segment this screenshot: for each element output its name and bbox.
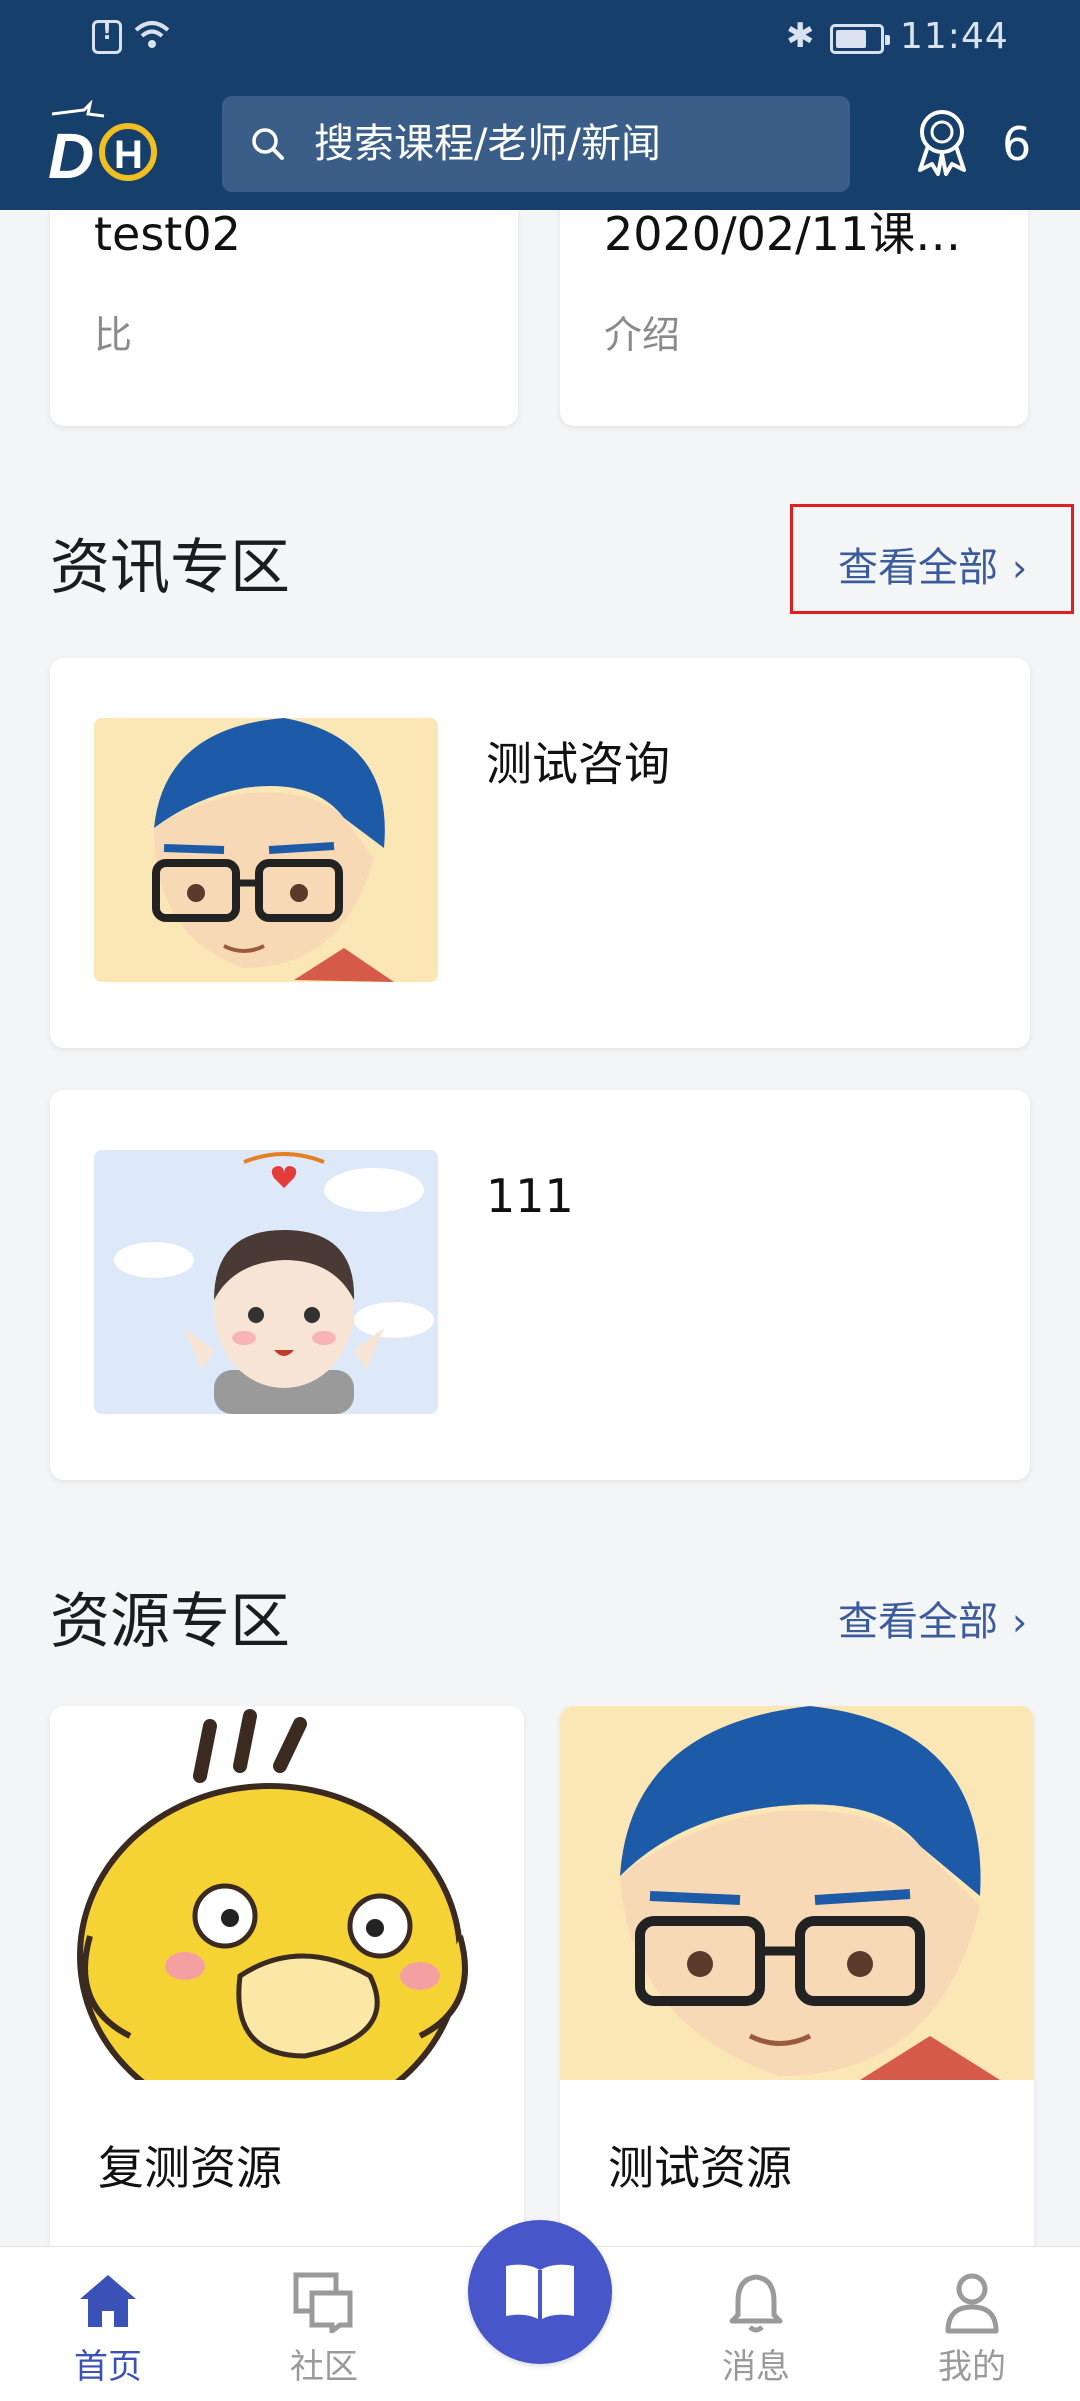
cartoon-kid-heart-image xyxy=(94,1150,438,1414)
book-icon xyxy=(506,2264,574,2320)
news-item[interactable]: 111 xyxy=(50,1090,1030,1480)
nav-label: 首页 xyxy=(74,2347,142,2387)
nav-courses[interactable] xyxy=(468,2220,612,2364)
medal-count[interactable]: 6 xyxy=(1002,112,1031,176)
bluetooth-icon: ✱ xyxy=(786,16,815,56)
home-icon xyxy=(80,2275,136,2327)
news-thumbnail xyxy=(94,718,438,982)
svg-text:D: D xyxy=(48,120,94,190)
top-bar: ✱ 11:44 D H 搜索课程/老师/新闻 6 xyxy=(0,0,1080,210)
bell-icon xyxy=(729,2274,783,2333)
cartoon-boy-glasses-image xyxy=(560,1706,1034,2080)
medal-icon[interactable] xyxy=(912,106,972,176)
resource-title: 复测资源 xyxy=(98,2141,282,2195)
nav-community[interactable]: 社区 xyxy=(244,2247,404,2401)
news-title: 111 xyxy=(486,1169,574,1223)
battery-icon xyxy=(830,24,890,54)
nav-label: 我的 xyxy=(938,2347,1006,2387)
news-title: 测试咨询 xyxy=(486,737,670,791)
resource-card[interactable]: 测试资源 xyxy=(560,1706,1034,2306)
wifi-icon xyxy=(134,21,170,48)
search-bar[interactable]: 搜索课程/老师/新闻 xyxy=(222,96,850,192)
resource-section-title: 资源专区 xyxy=(50,1587,290,1657)
news-section-title: 资讯专区 xyxy=(50,533,290,603)
resource-title: 测试资源 xyxy=(608,2141,792,2195)
status-time: 11:44 xyxy=(900,16,1009,57)
chevron-right-icon: › xyxy=(1012,1600,1028,1644)
resource-see-all-link[interactable]: 查看全部 › xyxy=(838,1594,1027,1650)
nav-home[interactable]: 首页 xyxy=(28,2247,188,2401)
user-icon xyxy=(945,2273,999,2334)
course-title: test02 xyxy=(94,207,241,261)
status-bar: ✱ 11:44 xyxy=(0,0,1080,78)
svg-text:H: H xyxy=(114,133,143,177)
news-item[interactable]: 测试咨询 xyxy=(50,658,1030,1048)
app-logo[interactable]: D H xyxy=(44,100,164,190)
resource-image xyxy=(560,1706,1034,2080)
community-icon xyxy=(293,2272,353,2333)
news-thumbnail xyxy=(94,1150,438,1414)
cartoon-boy-glasses-image xyxy=(94,718,438,982)
course-desc: 介绍 xyxy=(604,313,681,357)
search-icon xyxy=(252,128,284,160)
see-all-label: 查看全部 xyxy=(838,1599,998,1645)
yellow-duck-image xyxy=(50,1706,524,2080)
highlight-box xyxy=(790,504,1074,614)
nav-label: 消息 xyxy=(722,2347,790,2387)
nav-label: 社区 xyxy=(290,2347,358,2387)
nav-messages[interactable]: 消息 xyxy=(676,2247,836,2401)
nav-profile[interactable]: 我的 xyxy=(892,2247,1052,2401)
course-desc: 比 xyxy=(94,313,133,357)
search-placeholder: 搜索课程/老师/新闻 xyxy=(314,121,661,167)
resource-image xyxy=(50,1706,524,2080)
course-title: 2020/02/11课… xyxy=(604,207,962,261)
resource-card[interactable]: 复测资源 xyxy=(50,1706,524,2306)
sim-alert-icon xyxy=(92,20,122,54)
